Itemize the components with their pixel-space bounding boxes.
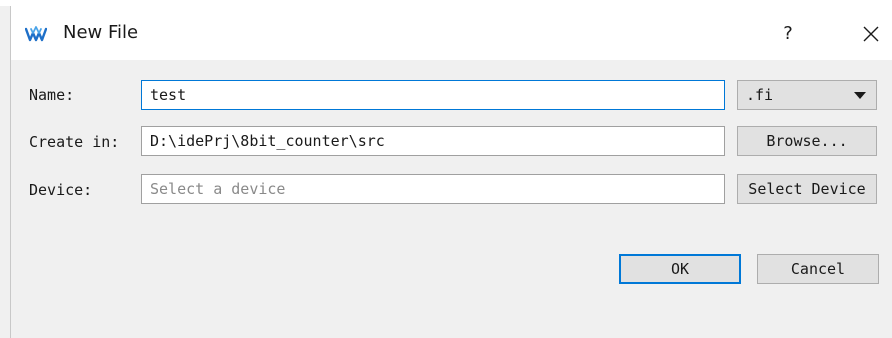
- title-bar[interactable]: New File ?: [11, 6, 892, 60]
- name-input-value: test: [150, 86, 187, 104]
- gowin-logo-icon: [25, 26, 47, 42]
- help-button[interactable]: ?: [776, 20, 800, 48]
- create-in-input[interactable]: D:\idePrj\8bit_counter\src: [141, 126, 725, 156]
- extension-select[interactable]: .fi: [737, 80, 877, 110]
- device-input[interactable]: Select a device: [141, 174, 725, 204]
- browse-button[interactable]: Browse...: [737, 126, 877, 156]
- create-in-label: Create in:: [29, 133, 120, 151]
- chevron-down-icon: [854, 92, 866, 99]
- name-input[interactable]: test: [141, 80, 725, 110]
- ok-button[interactable]: OK: [619, 254, 741, 284]
- close-icon[interactable]: [859, 22, 883, 46]
- device-input-placeholder: Select a device: [150, 180, 286, 198]
- new-file-dialog: New File ? Name: test .fi Create in: D:\…: [0, 0, 892, 338]
- create-in-input-value: D:\idePrj\8bit_counter\src: [150, 132, 385, 150]
- dialog-title: New File: [63, 22, 139, 43]
- name-label: Name:: [29, 86, 75, 104]
- cancel-button[interactable]: Cancel: [757, 254, 879, 284]
- device-label: Device:: [29, 181, 93, 199]
- dialog-content: Name: test .fi Create in: D:\idePrj\8bit…: [11, 60, 892, 338]
- select-device-button[interactable]: Select Device: [737, 174, 877, 204]
- extension-select-value: .fi: [746, 86, 774, 104]
